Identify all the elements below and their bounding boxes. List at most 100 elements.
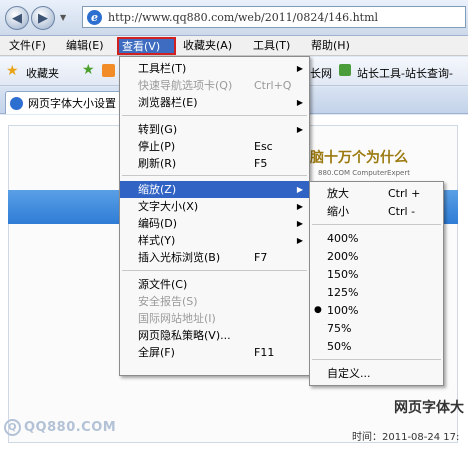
submenu-arrow-icon: ▶ <box>296 236 303 245</box>
view-menu-item[interactable]: 网页隐私策略(V)... <box>120 327 309 344</box>
menu-item-label: 编码(D) <box>138 217 178 230</box>
menu-item-label: 源文件(C) <box>138 278 188 291</box>
watermark-text: QQ880.COM <box>24 420 117 435</box>
view-menu-item[interactable]: 样式(Y) ▶ <box>120 232 309 249</box>
favorites-link[interactable]: 站长工具-站长查询- <box>357 65 453 81</box>
add-favorite-icon[interactable]: ★ <box>82 62 95 78</box>
zoom-menu-item[interactable]: 放大 Ctrl + <box>310 185 443 202</box>
view-menu-item[interactable]: 全屏(F) F11 <box>120 344 309 361</box>
menu-item-label: 样式(Y) <box>138 234 176 247</box>
view-menu-item: 国际网站地址(I) <box>120 310 309 327</box>
submenu-arrow-icon: ▶ <box>296 185 303 194</box>
banner-subtitle: 880.COM ComputerExpert <box>318 169 410 177</box>
view-menu-item[interactable]: 缩放(Z) ▶ <box>120 181 309 198</box>
menu-item-label: 安全报告(S) <box>138 295 198 308</box>
tab-active[interactable]: 网页字体大小设置 <box>5 91 133 114</box>
view-menu-item[interactable]: 文字大小(X) ▶ <box>120 198 309 215</box>
ie-tab-icon <box>10 96 23 110</box>
url-text: http://www.qq880.com/web/2011/0824/146.h… <box>108 10 379 24</box>
feeds-icon[interactable] <box>102 64 115 77</box>
article-title: 网页字体大 <box>394 400 464 416</box>
zoom-submenu: 放大 Ctrl + 缩小 Ctrl - 400% 200% 150% 125% ● 100% 75%… <box>309 181 444 386</box>
menu-item-label: 全屏(F) <box>138 346 175 359</box>
zoom-menu-item[interactable]: 75% <box>310 320 443 337</box>
zoom-menu-item[interactable]: ● 100% <box>310 302 443 319</box>
submenu-arrow-icon: ▶ <box>296 98 303 107</box>
view-menu-item[interactable]: 插入光标浏览(B) F7 <box>120 249 309 266</box>
zoom-menu-item[interactable]: 200% <box>310 248 443 265</box>
view-menu-dropdown: 工具栏(T) ▶ 快速导航选项卡(Q) Ctrl+Q 浏览器栏(E) ▶ 转到(G) ▶ 停止(… <box>119 56 310 376</box>
menu-item-label: 转到(G) <box>138 123 178 136</box>
menu-favorites[interactable]: 收藏夹(A) <box>183 38 232 54</box>
menu-item-label: 网页隐私策略(V)... <box>138 329 231 342</box>
favorites-star-icon[interactable]: ★ <box>6 63 19 79</box>
back-button[interactable]: ◀ <box>5 6 29 30</box>
tab-title: 网页字体大小设置 <box>28 97 116 110</box>
view-menu-item[interactable]: 停止(P) Esc <box>120 138 309 155</box>
submenu-arrow-icon: ▶ <box>296 219 303 228</box>
recent-pages-dropdown-icon[interactable]: ▼ <box>60 13 66 22</box>
view-menu-item[interactable]: 源文件(C) <box>120 276 309 293</box>
menu-item-label: 插入光标浏览(B) <box>138 251 221 264</box>
menu-separator <box>122 115 307 116</box>
menu-separator <box>312 359 441 360</box>
forward-button[interactable]: ▶ <box>31 6 55 30</box>
menu-item-label: 快速导航选项卡(Q) <box>138 79 233 92</box>
menu-item-label: 浏览器栏(E) <box>138 96 198 109</box>
watermark-logo-icon: Q <box>4 419 21 436</box>
menu-file[interactable]: 文件(F) <box>9 38 46 54</box>
view-menu-item[interactable]: 编码(D) ▶ <box>120 215 309 232</box>
menu-item-label: 400% <box>327 232 359 245</box>
menu-item-label: 刷新(R) <box>138 157 177 170</box>
menu-item-label: 缩小 <box>327 205 349 218</box>
ie-page-icon: e <box>87 9 102 25</box>
submenu-arrow-icon: ▶ <box>296 64 303 73</box>
menu-item-shortcut: F7 <box>254 251 268 264</box>
menu-item-label: 停止(P) <box>138 140 176 153</box>
view-menu-item[interactable]: 转到(G) ▶ <box>120 121 309 138</box>
menu-separator <box>122 175 307 176</box>
menu-item-label: 缩放(Z) <box>138 183 177 196</box>
menu-bar: 文件(F) 编辑(E) 查看(V) 收藏夹(A) 工具(T) 帮助(H) <box>0 36 468 56</box>
menu-edit[interactable]: 编辑(E) <box>66 38 104 54</box>
zoom-menu-item[interactable]: 125% <box>310 284 443 301</box>
back-arrow-icon: ◀ <box>12 10 22 26</box>
menu-item-shortcut: F11 <box>254 346 275 359</box>
view-menu-item[interactable]: 工具栏(T) ▶ <box>120 60 309 77</box>
zoom-menu-item[interactable]: 400% <box>310 230 443 247</box>
view-menu-item[interactable]: 刷新(R) F5 <box>120 155 309 172</box>
view-menu-item: 安全报告(S) <box>120 293 309 310</box>
menu-item-shortcut: F5 <box>254 157 268 170</box>
view-menu-item: 快速导航选项卡(Q) Ctrl+Q <box>120 77 309 94</box>
zoom-menu-item[interactable]: 150% <box>310 266 443 283</box>
menu-item-label: 工具栏(T) <box>138 62 187 75</box>
menu-item-label: 放大 <box>327 187 349 200</box>
menu-item-shortcut: Ctrl + <box>388 187 421 200</box>
menu-view[interactable]: 查看(V) <box>117 37 176 55</box>
favorites-label[interactable]: 收藏夹 <box>26 65 59 81</box>
menu-item-label: 100% <box>327 304 359 317</box>
menu-separator <box>122 270 307 271</box>
forward-arrow-icon: ▶ <box>38 10 48 26</box>
menu-item-label: 200% <box>327 250 359 263</box>
menu-item-shortcut: Ctrl - <box>388 205 416 218</box>
selected-bullet-icon: ● <box>314 305 322 315</box>
menu-item-shortcut: Esc <box>254 140 273 153</box>
menu-item-label: 国际网站地址(I) <box>138 312 216 325</box>
zoom-menu-item[interactable]: 缩小 Ctrl - <box>310 203 443 220</box>
url-input[interactable]: e http://www.qq880.com/web/2011/0824/146… <box>82 6 466 28</box>
favorites-link[interactable]: 长网 <box>310 65 332 81</box>
submenu-arrow-icon: ▶ <box>296 202 303 211</box>
menu-tools[interactable]: 工具(T) <box>253 38 290 54</box>
site-icon <box>339 64 351 76</box>
zoom-menu-item[interactable]: 50% <box>310 338 443 355</box>
menu-help[interactable]: 帮助(H) <box>311 38 350 54</box>
menu-item-shortcut: Ctrl+Q <box>254 79 292 92</box>
view-menu-item[interactable]: 浏览器栏(E) ▶ <box>120 94 309 111</box>
zoom-menu-item[interactable]: 自定义... <box>310 365 443 382</box>
menu-item-label: 150% <box>327 268 359 281</box>
article-time: 时间：2011-08-24 17: <box>352 432 460 443</box>
menu-item-label: 自定义... <box>327 367 371 380</box>
menu-item-label: 125% <box>327 286 359 299</box>
address-bar: ◀ ▶ ▼ e http://www.qq880.com/web/2011/08… <box>0 0 468 36</box>
